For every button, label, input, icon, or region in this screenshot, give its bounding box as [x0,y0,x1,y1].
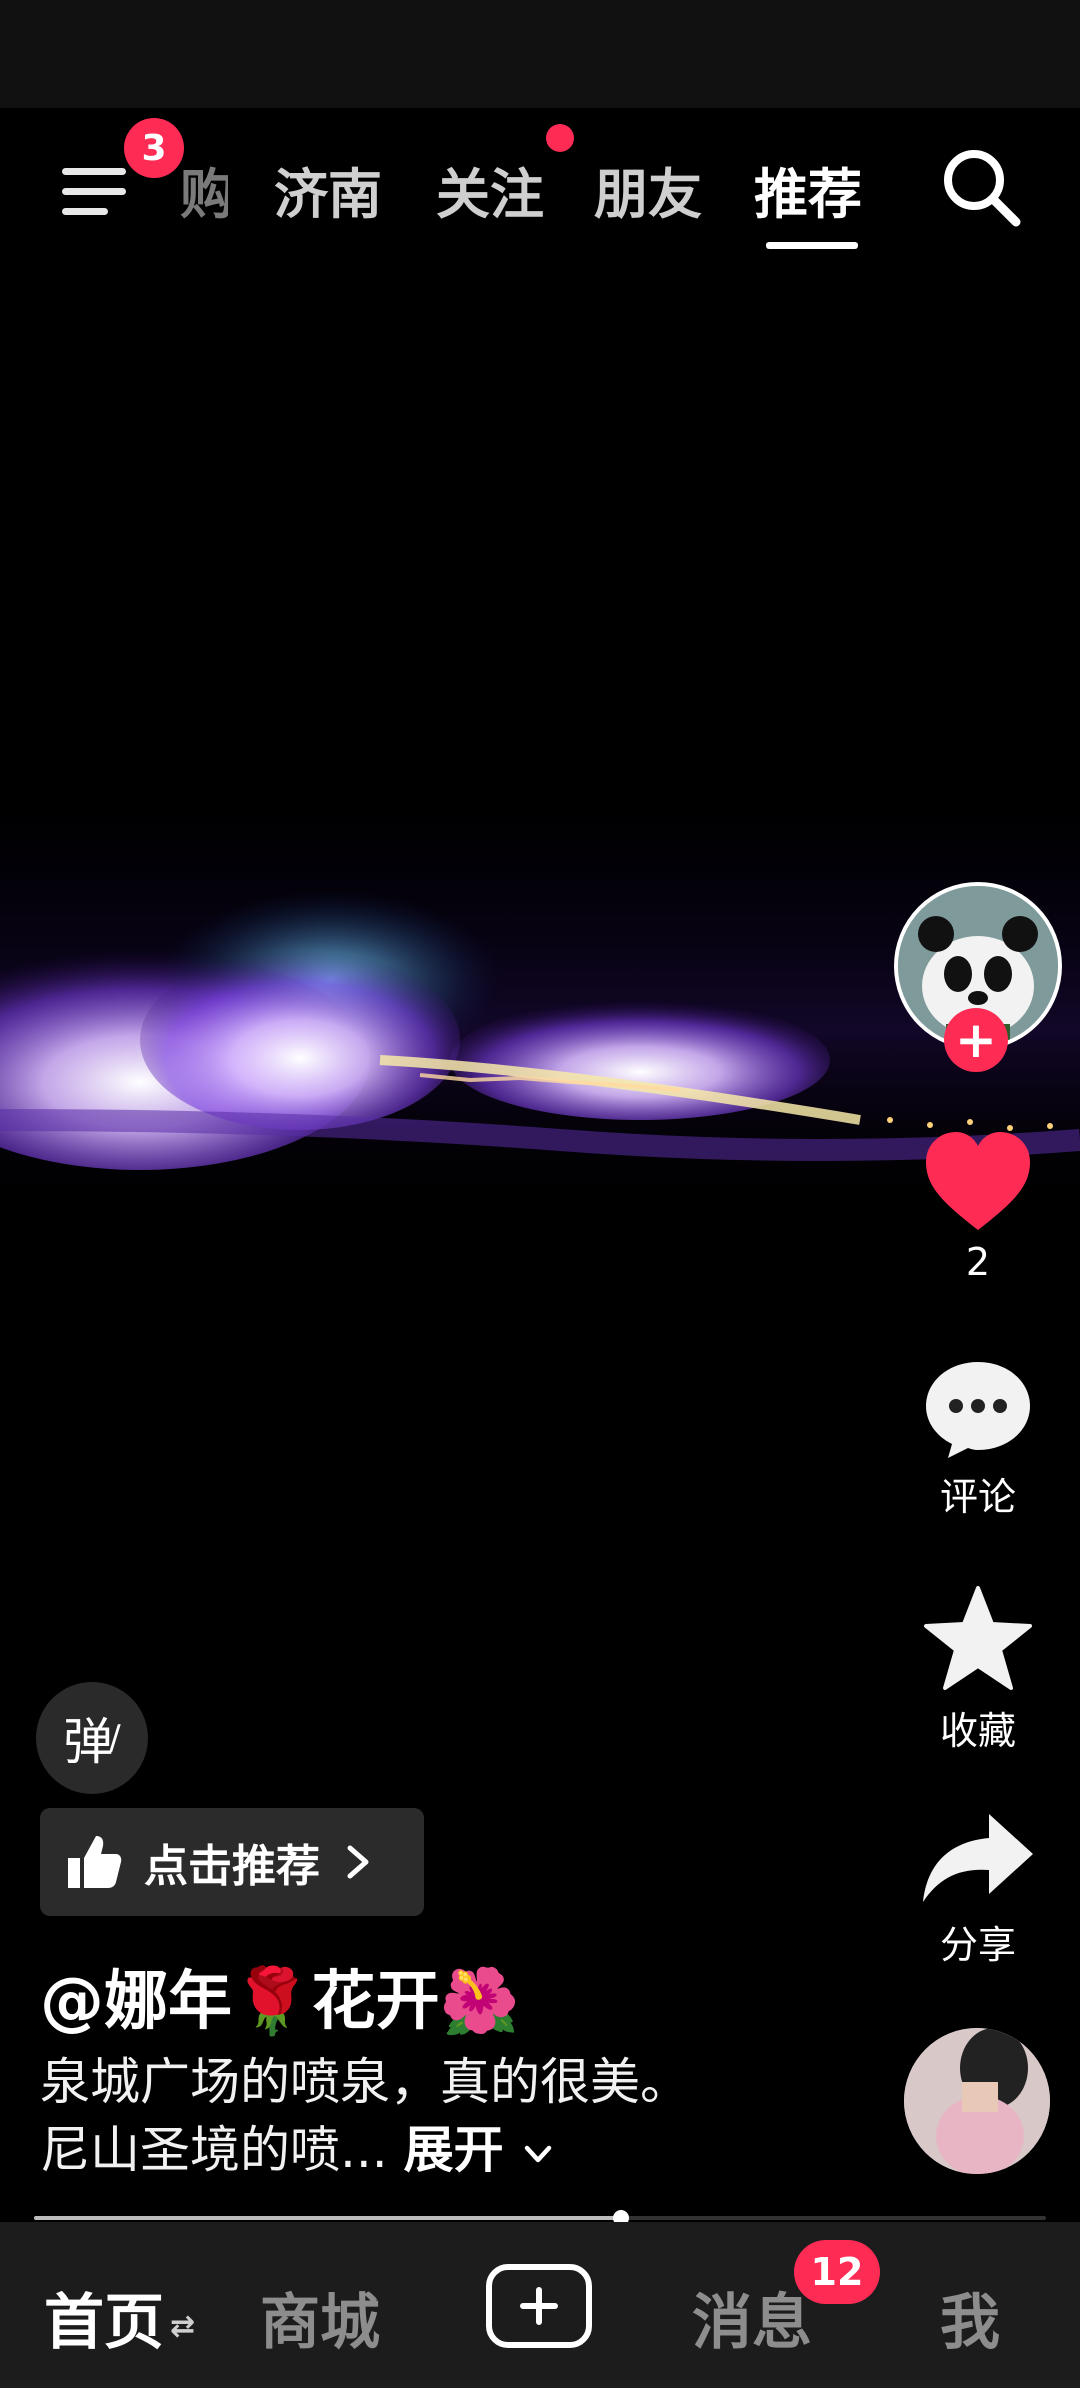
like-count: 2 [965,1240,991,1284]
video-description: 泉城广场的喷泉，真的很美。尼山圣境的喷... 展开 [40,2048,700,2184]
following-notification-dot [546,124,574,152]
messages-badge: 12 [794,2240,880,2304]
nav-mall[interactable]: 商城 [260,2274,380,2361]
recommend-label: 点击推荐 [144,1841,320,1892]
chevron-down-icon [524,2145,552,2162]
star-icon [924,1586,1032,1690]
share-arrow-icon [923,1814,1033,1902]
tab-shopping[interactable]: 购 [180,150,228,229]
music-disc[interactable] [904,2028,1050,2174]
top-nav: 3 购 济南 关注 朋友 推荐 [0,108,1080,258]
bottom-nav: 首页 ⇄ 商城 消息 12 我 [0,2222,1080,2388]
video-frame[interactable] [0,760,1080,1460]
nav-me[interactable]: 我 [940,2274,1000,2361]
tab-recommend[interactable]: 推荐 [754,150,862,229]
tab-jinan[interactable]: 济南 [274,150,382,229]
tab-friends[interactable]: 朋友 [594,150,702,229]
description-text: 泉城广场的喷泉，真的很美。尼山圣境的喷... [40,2053,690,2179]
share-label: 分享 [939,1923,1016,1967]
expand-button[interactable]: 展开 [404,2121,555,2179]
danmu-label: 弹 [63,1713,114,1771]
search-icon [944,150,1021,227]
nav-home[interactable]: 首页 ⇄ [44,2274,195,2361]
menu-badge: 3 [124,118,184,178]
comment-icon [926,1362,1030,1458]
favorite-button[interactable]: 收藏 [900,1584,1056,1755]
thumbs-up-icon [68,1836,122,1888]
comment-button[interactable]: 评论 [900,1356,1056,1521]
chevron-right-icon [347,1845,369,1879]
music-cover-image [904,2028,1050,2174]
danmu-toggle-button[interactable]: 弹 ∕ [36,1682,148,1794]
nav-home-label: 首页 [44,2288,164,2358]
search-button[interactable] [936,142,1026,232]
pen-icon: ∕ [109,1718,121,1758]
active-tab-indicator [766,242,858,249]
nav-messages[interactable]: 消息 [692,2274,812,2361]
recommend-chip[interactable]: 点击推荐 [40,1808,424,1916]
share-button[interactable]: 分享 [900,1810,1056,1969]
plus-icon [520,2287,558,2325]
swap-icon: ⇄ [170,2308,196,2344]
status-bar [0,0,1080,108]
favorite-label: 收藏 [939,1709,1016,1753]
follow-plus-button[interactable]: + [944,1008,1008,1072]
heart-icon [926,1132,1030,1230]
tab-following[interactable]: 关注 [436,150,544,229]
like-button[interactable]: 2 [900,1130,1056,1284]
video-progress-bar[interactable] [34,2210,1046,2226]
comment-label: 评论 [939,1475,1016,1519]
progress-fill [34,2216,621,2220]
menu-icon [62,168,126,175]
author-name[interactable]: @娜年🌹花开🌺 [40,1950,519,2042]
create-button[interactable] [486,2264,592,2348]
expand-label: 展开 [403,2121,504,2179]
